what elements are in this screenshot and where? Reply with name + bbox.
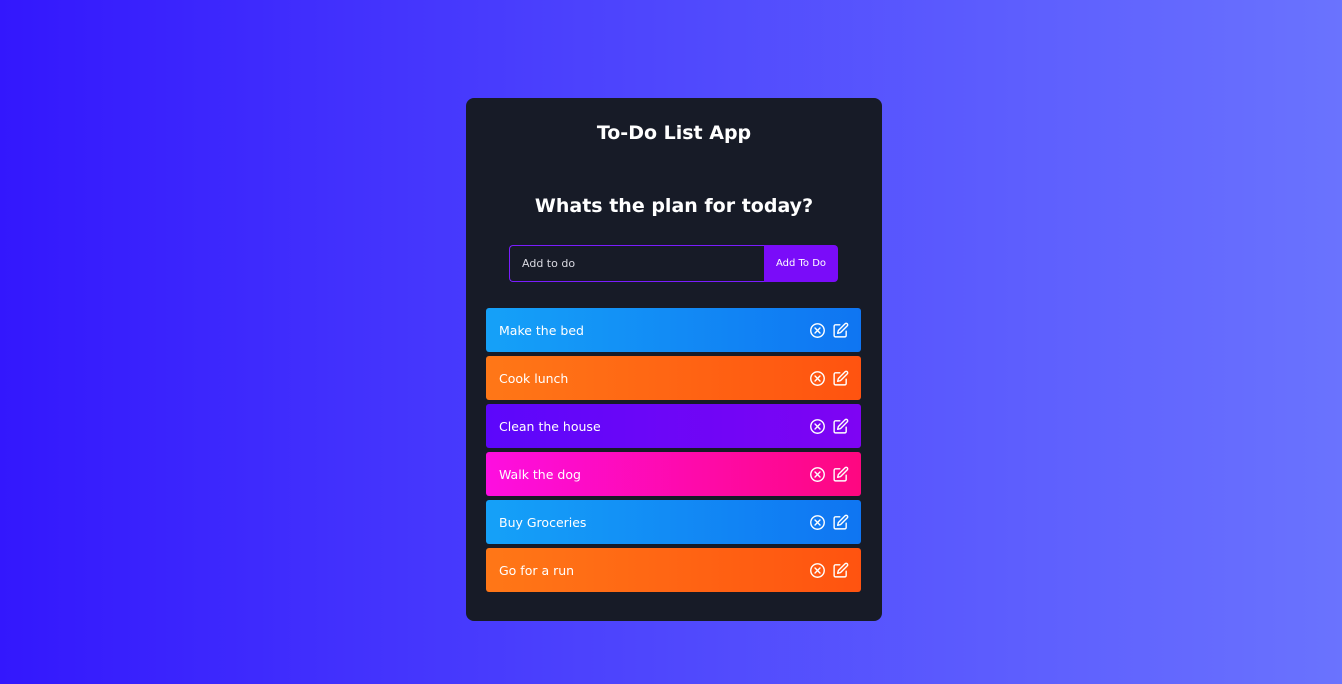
todo-item: Cook lunch: [486, 356, 861, 400]
todo-item-actions: [809, 418, 849, 435]
app-title: To-Do List App: [596, 122, 752, 144]
todo-item: Go for a run: [486, 548, 861, 592]
edit-icon[interactable]: [832, 322, 849, 339]
todo-list: Make the bed Cook lunch Clean the house …: [486, 308, 861, 596]
todo-item: Buy Groceries: [486, 500, 861, 544]
edit-icon[interactable]: [832, 562, 849, 579]
close-circle-icon[interactable]: [809, 322, 826, 339]
plan-heading: Whats the plan for today?: [534, 195, 814, 217]
todo-item-actions: [809, 370, 849, 387]
close-circle-icon[interactable]: [809, 418, 826, 435]
close-circle-icon[interactable]: [809, 562, 826, 579]
add-todo-button[interactable]: Add To Do: [764, 245, 838, 282]
todo-item-actions: [809, 322, 849, 339]
todo-item-actions: [809, 562, 849, 579]
todo-input[interactable]: [509, 245, 764, 282]
todo-item-text[interactable]: Buy Groceries: [499, 515, 586, 530]
todo-item-text[interactable]: Clean the house: [499, 419, 601, 434]
todo-item: Walk the dog: [486, 452, 861, 496]
todo-item-text[interactable]: Go for a run: [499, 563, 574, 578]
edit-icon[interactable]: [832, 466, 849, 483]
todo-item-actions: [809, 514, 849, 531]
todo-app-card: To-Do List App Whats the plan for today?…: [466, 98, 882, 621]
todo-item-actions: [809, 466, 849, 483]
todo-item-text[interactable]: Cook lunch: [499, 371, 568, 386]
todo-form: Add To Do: [509, 245, 838, 282]
todo-item: Clean the house: [486, 404, 861, 448]
todo-item-text[interactable]: Walk the dog: [499, 467, 581, 482]
todo-item-text[interactable]: Make the bed: [499, 323, 584, 338]
edit-icon[interactable]: [832, 370, 849, 387]
close-circle-icon[interactable]: [809, 466, 826, 483]
edit-icon[interactable]: [832, 514, 849, 531]
todo-item: Make the bed: [486, 308, 861, 352]
close-circle-icon[interactable]: [809, 370, 826, 387]
edit-icon[interactable]: [832, 418, 849, 435]
close-circle-icon[interactable]: [809, 514, 826, 531]
